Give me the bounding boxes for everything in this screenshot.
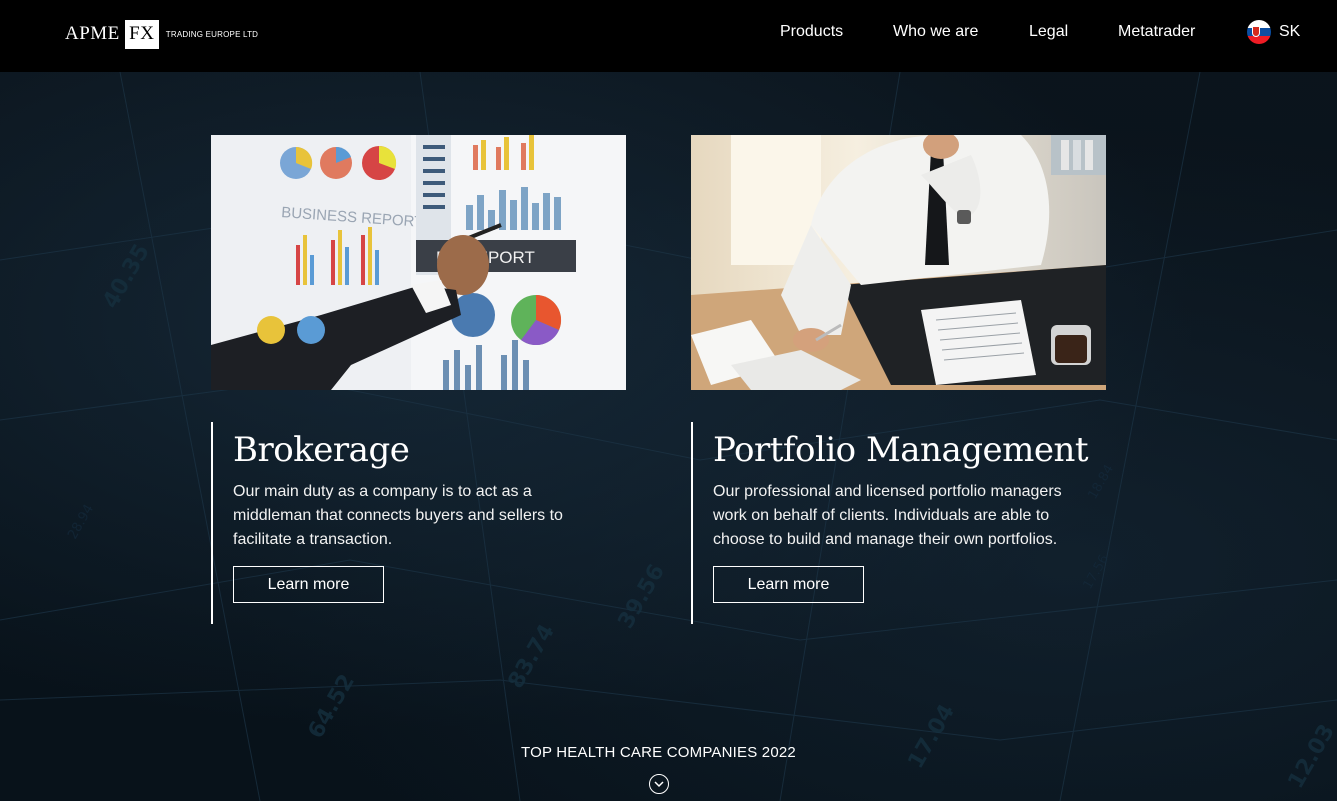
brokerage-learn-more-button[interactable]: Learn more [233,566,384,603]
nav-legal[interactable]: Legal [1029,0,1068,64]
svg-text:40.35: 40.35 [99,240,155,313]
site-header: APME FX TRADING EUROPE LTD Products Who … [0,0,1337,72]
brokerage-card: Brokerage Our main duty as a company is … [211,422,631,624]
svg-text:64.52: 64.52 [304,670,360,743]
portfolio-management-card: Portfolio Management Our professional an… [691,422,1111,624]
top-health-care-heading: TOP HEALTH CARE COMPANIES 2022 [521,744,796,761]
slovakia-flag-icon [1247,20,1271,44]
svg-text:83.74: 83.74 [504,620,560,693]
svg-text:17.04: 17.04 [904,700,960,773]
chevron-down-circle-icon[interactable] [649,774,669,794]
language-code: SK [1279,23,1301,40]
nav-legal-link[interactable]: Legal [1029,23,1068,41]
nav-who-we-are[interactable]: Who we are [893,0,978,64]
business-report-photo: BUSINESS REPORT REPORT [211,135,626,390]
portfolio-management-description: Our professional and licensed portfolio … [713,483,1062,548]
language-selector[interactable]: SK [1247,20,1300,44]
background-pattern: 40.35 83.74 64.52 17.04 39.56 12.03 28.9… [0,0,1337,801]
portfolio-management-learn-more-button[interactable]: Learn more [713,566,864,603]
chevron-down-icon [654,780,664,787]
nav-products[interactable]: Products [780,0,843,64]
svg-text:28.94: 28.94 [65,502,97,542]
logo[interactable]: APME FX TRADING EUROPE LTD [65,19,258,49]
nav-who-we-are-link[interactable]: Who we are [893,23,978,41]
portfolio-management-title: Portfolio Management [713,430,1089,470]
businessman-at-desk-photo [691,135,1106,390]
brokerage-title: Brokerage [233,430,410,470]
logo-fx-box: FX [124,19,159,49]
brokerage-description: Our main duty as a company is to act as … [233,483,563,548]
nav-metatrader[interactable]: Metatrader [1118,0,1195,64]
nav-metatrader-link[interactable]: Metatrader [1118,23,1195,41]
logo-tagline: TRADING EUROPE LTD [165,29,259,39]
logo-apme-text: APME [65,23,120,44]
nav-products-link[interactable]: Products [780,23,843,41]
